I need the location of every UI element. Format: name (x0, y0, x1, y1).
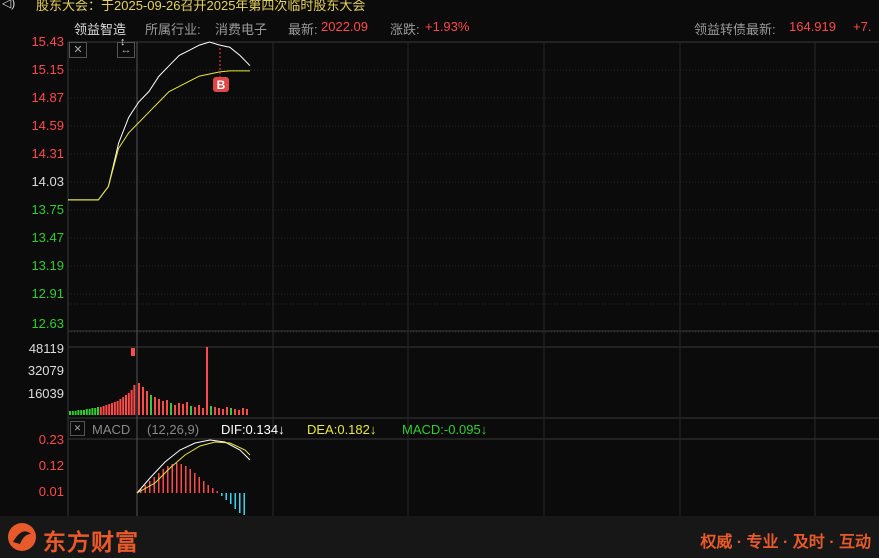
volume-bar (130, 390, 133, 415)
macd-bar (149, 481, 151, 493)
macd-title[interactable]: MACD (92, 422, 130, 437)
macd-bar (171, 464, 173, 493)
dif-value: DIF:0.134↓ (221, 422, 285, 437)
volume-bar (178, 403, 180, 415)
macd-bar (239, 493, 241, 513)
volume-bar (150, 395, 152, 415)
macd-bar (153, 477, 155, 493)
volume-bar (127, 393, 130, 415)
volume-bar (94, 408, 97, 415)
volume-bar (69, 411, 71, 415)
macd-bar (176, 463, 178, 493)
price-line (68, 41, 251, 201)
volume-bar (190, 406, 192, 415)
volume-bar (246, 409, 248, 415)
macd-bar (221, 493, 223, 496)
macd-bar (212, 488, 214, 493)
volume-bar (174, 405, 176, 415)
macd-bar (225, 493, 227, 500)
volume-bar (194, 407, 196, 415)
volume-bar (99, 407, 102, 415)
volume-bar (111, 403, 113, 415)
macd-bar (207, 485, 209, 493)
volume-bar (71, 411, 74, 415)
volume-bar (74, 411, 77, 415)
volume-bar (214, 407, 216, 415)
buy-marker-label: B (217, 78, 226, 92)
macd-bars (136, 439, 251, 515)
volume-bar (234, 409, 236, 415)
volume-bar (230, 408, 232, 415)
volume-bar (77, 410, 80, 415)
macd-bar (203, 481, 205, 493)
volume-bar (122, 397, 125, 415)
volume-bar (182, 404, 184, 415)
volume-bar (80, 410, 83, 415)
volume-bar (170, 403, 172, 415)
macd-bar (243, 493, 245, 515)
volume-bar (222, 409, 224, 415)
volume-bar (158, 399, 160, 415)
volume-bar (206, 347, 208, 415)
volume-bar (238, 410, 240, 415)
volume-bar (142, 387, 144, 415)
volume-bar (154, 397, 156, 415)
volume-bar (97, 407, 99, 415)
volume-bars (69, 347, 248, 415)
volume-bar (226, 407, 228, 415)
brand-name: 东方财富 (43, 529, 139, 555)
macd-bar (158, 473, 160, 493)
volume-bar (198, 405, 200, 415)
macd-bar (234, 493, 236, 509)
settings-icon[interactable]: ✕ (70, 421, 85, 436)
chart-grid (67, 41, 879, 516)
volume-bar (146, 391, 148, 415)
volume-bar (218, 408, 220, 415)
volume-bar (88, 409, 91, 415)
macd-bar (189, 469, 191, 493)
eastmoney-logo (8, 523, 36, 551)
macd-bar (185, 466, 187, 493)
macd-bar (180, 464, 182, 493)
dea-value: DEA:0.182↓ (307, 422, 377, 437)
volume-bar (131, 348, 135, 356)
volume-bar (138, 383, 140, 415)
volume-bar (202, 408, 204, 415)
volume-bar (116, 401, 119, 415)
volume-bar (113, 402, 116, 415)
volume-bar (133, 385, 136, 415)
macd-params: (12,26,9) (147, 422, 200, 437)
macd-bar (194, 473, 196, 493)
macd-value: MACD:-0.095↓ (402, 422, 488, 437)
volume-bar (83, 410, 85, 415)
volume-bar (242, 408, 244, 415)
volume-bar (166, 400, 168, 415)
crosshair-icon[interactable]: ↕ (120, 36, 126, 48)
macd-bar (230, 493, 232, 504)
volume-bar (108, 404, 111, 415)
volume-bar (162, 401, 164, 415)
volume-bar (119, 399, 122, 415)
volume-bar (85, 409, 88, 415)
volume-bar (186, 402, 188, 415)
close-icon[interactable]: ✕ (69, 42, 87, 58)
macd-bar (198, 477, 200, 493)
volume-bar (105, 405, 108, 415)
macd-legend: ✕ MACD (12,26,9) DIF:0.134↓ DEA:0.182↓ M… (68, 419, 879, 439)
slogan: 权威 · 专业 · 及时 · 互动 (700, 534, 871, 551)
volume-bar (210, 406, 212, 415)
price-lines (68, 41, 251, 201)
footer-bar: 东方财富 权威 · 专业 · 及时 · 互动 (0, 516, 879, 558)
macd-bar (216, 491, 218, 493)
volume-bar (102, 406, 105, 415)
volume-bar (91, 408, 94, 415)
volume-bar (125, 395, 127, 415)
macd-bar (162, 469, 164, 493)
